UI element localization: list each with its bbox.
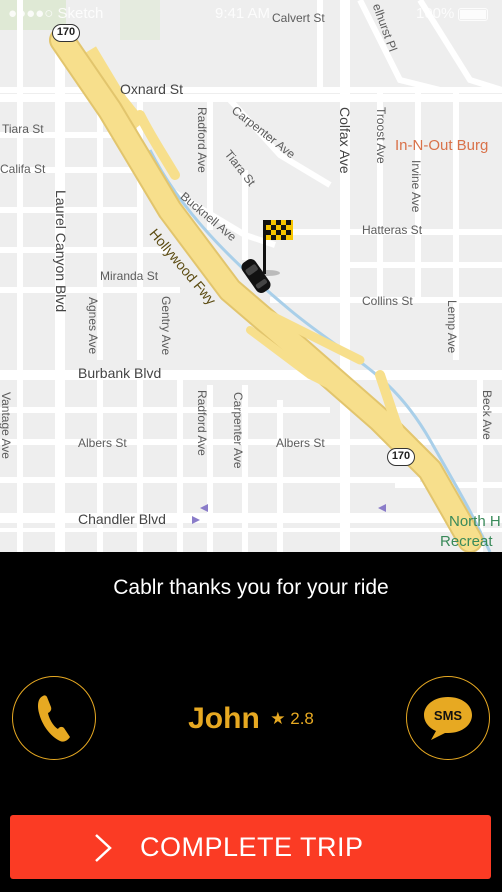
street-label: Califa St xyxy=(0,162,46,176)
rating-value: 2.8 xyxy=(290,709,314,728)
street-label: Lemp Ave xyxy=(445,300,459,354)
street-label: Burbank Blvd xyxy=(78,365,162,381)
status-bar: ●●●●○ Sketch 9:41 AM 100% xyxy=(0,0,502,28)
street-label: Radford Ave xyxy=(195,390,209,456)
street-label: Radford Ave xyxy=(195,107,209,173)
street-label: Gentry Ave xyxy=(159,296,173,356)
poi-north-recreation[interactable]: Recreat xyxy=(440,534,493,549)
street-label: Tiara St xyxy=(2,122,44,136)
street-label: Oxnard St xyxy=(120,81,184,97)
street-label: Beck Ave xyxy=(480,390,494,440)
street-label: Troost Ave xyxy=(374,107,388,164)
thanks-message: Cablr thanks you for your ride xyxy=(113,576,389,599)
street-label: Hatteras St xyxy=(362,223,423,237)
street-label: Albers St xyxy=(78,436,127,450)
street-label: Chandler Blvd xyxy=(78,511,166,527)
street-label: Colfax Ave xyxy=(337,107,353,174)
poi-north-recreation[interactable]: North H xyxy=(449,514,501,529)
street-label: Vantage Ave xyxy=(0,392,13,459)
sms-bubble-icon: SMS xyxy=(424,697,472,740)
carrier-label: ●●●●○ Sketch xyxy=(8,5,104,22)
map-view[interactable]: Oxnard St Calvert St elhurst Pl Tiara St… xyxy=(0,0,502,552)
street-label: Collins St xyxy=(362,294,413,308)
driver-name: John xyxy=(188,702,260,735)
poi-in-n-out[interactable]: In-N-Out Burg xyxy=(395,138,488,153)
street-label: Irvine Ave xyxy=(409,160,423,213)
driver-rating: ★ 2.8 xyxy=(270,709,314,728)
car-icon xyxy=(241,259,271,293)
battery-percent: 100% xyxy=(416,5,455,22)
route-shield: 170 xyxy=(387,448,415,466)
sms-driver-button[interactable]: SMS xyxy=(406,676,490,760)
street-label: Miranda St xyxy=(100,269,159,283)
street-label: Carpenter Ave xyxy=(231,392,245,469)
complete-trip-button[interactable]: COMPLETE TRIP xyxy=(10,815,491,879)
clock: 9:41 AM xyxy=(215,5,271,22)
chevron-right-icon xyxy=(95,834,112,862)
street-label: Albers St xyxy=(276,436,325,450)
star-icon: ★ xyxy=(270,709,286,728)
street-label: Agnes Ave xyxy=(86,297,100,355)
complete-trip-label: COMPLETE TRIP xyxy=(140,832,364,862)
street-label: Laurel Canyon Blvd xyxy=(53,190,69,313)
sms-label: SMS xyxy=(434,708,463,723)
battery-icon xyxy=(458,8,488,21)
ride-summary-panel: Cablr thanks you for your ride John ★ 2.… xyxy=(0,552,502,892)
